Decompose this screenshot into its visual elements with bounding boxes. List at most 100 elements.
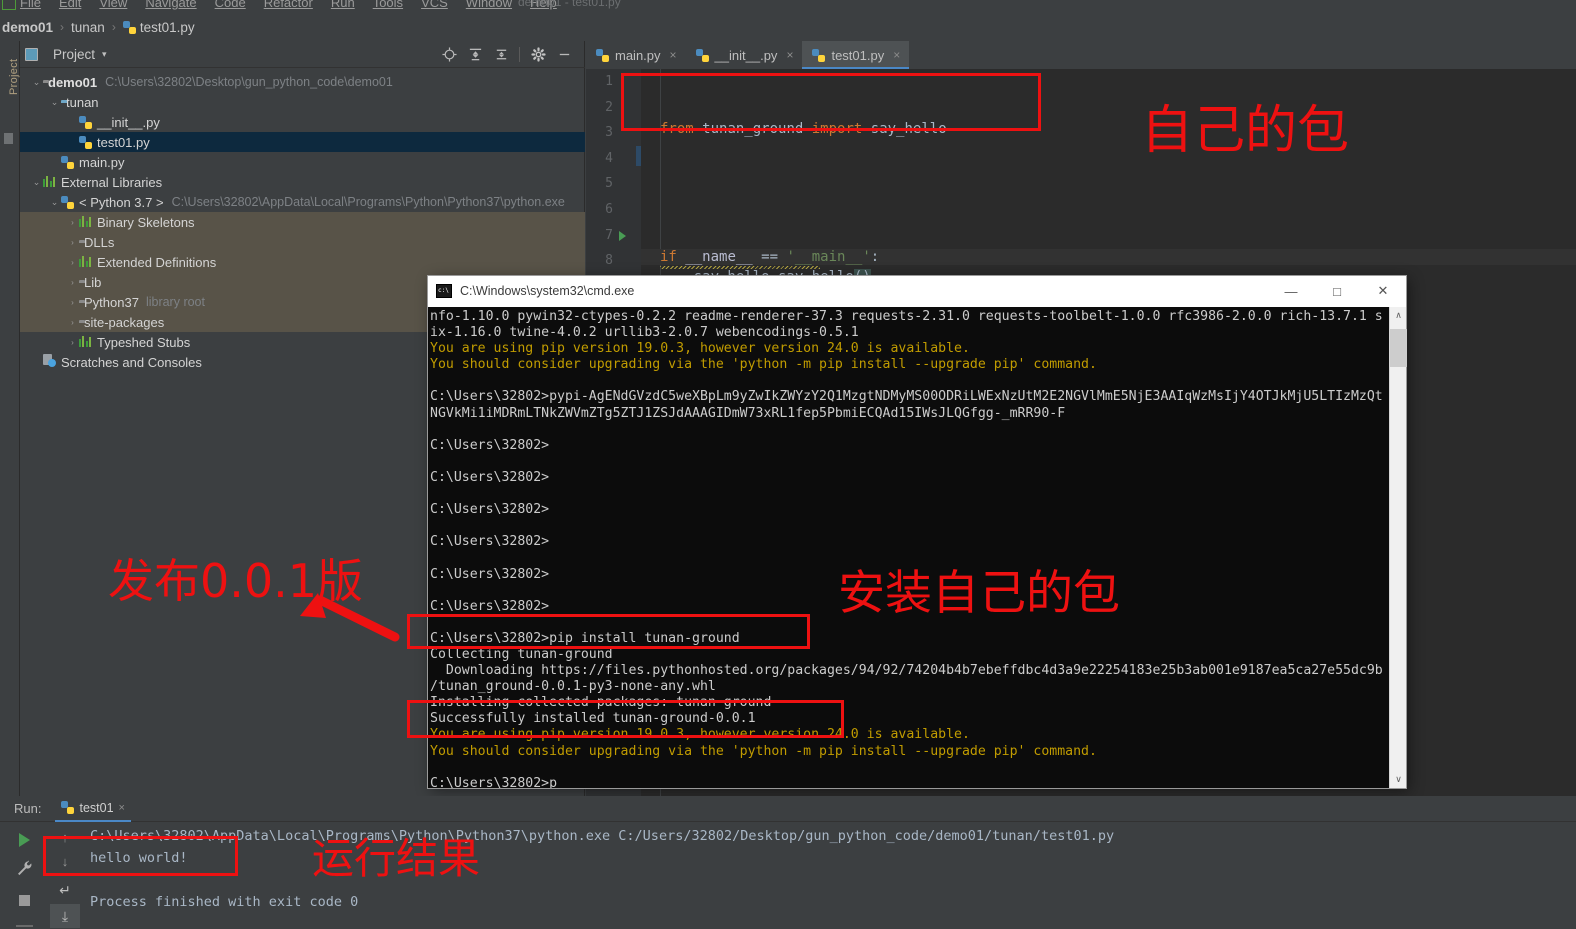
menu-vcs[interactable]: VCS — [421, 0, 448, 10]
locate-in-tree-icon[interactable] — [436, 43, 462, 65]
tree-node-binary-skeletons[interactable]: ›Binary Skeletons — [20, 212, 585, 232]
scroll-down-arrow-icon[interactable]: ∨ — [1390, 771, 1407, 788]
menu-view[interactable]: View — [99, 0, 127, 10]
menu-tools[interactable]: Tools — [373, 0, 403, 10]
cmd-scrollbar[interactable]: ∧ ∨ — [1389, 307, 1406, 788]
soft-wrap-button[interactable]: ↵ — [50, 878, 80, 902]
code-line-7[interactable]: if __name__ == '__main__': — [641, 249, 1576, 265]
wrench-settings-button[interactable] — [14, 858, 34, 878]
chevron-right-icon[interactable]: › — [66, 218, 79, 227]
collapse-all-icon[interactable] — [488, 43, 514, 65]
cmd-line: C:\Users\32802>pypi-AgENdGVzdC5weXBpLm9y… — [430, 389, 1375, 405]
editor-tab-close-icon[interactable]: × — [786, 48, 793, 62]
menu-bar: File Edit View Navigate Code Refactor Ru… — [0, 0, 1576, 13]
breadcrumb-package[interactable]: tunan — [71, 20, 105, 35]
menu-file[interactable]: File — [20, 0, 41, 10]
cmd-line: /tunan_ground-0.0.1-py3-none-any.whl — [430, 679, 1375, 695]
cmd-window[interactable]: C:\Windows\system32\cmd.exe — □ ✕ nfo-1.… — [428, 276, 1406, 788]
tree-node-icon — [79, 135, 92, 150]
editor-tab-close-icon[interactable]: × — [893, 48, 900, 62]
module-name: tunan_ground — [702, 121, 803, 137]
line-number-6: 6 — [586, 202, 613, 217]
scroll-up-arrow-icon[interactable]: ∧ — [1390, 307, 1407, 324]
stop-button[interactable] — [14, 890, 34, 910]
chevron-right-icon[interactable]: › — [66, 338, 79, 347]
chevron-right-icon[interactable]: › — [66, 278, 79, 287]
structure-tool-button[interactable] — [4, 133, 13, 144]
breadcrumb: demo01 › tunan › test01.py — [0, 13, 1576, 41]
tree-node-init-py[interactable]: __init__.py — [20, 112, 585, 132]
hide-panel-icon[interactable] — [551, 43, 577, 65]
scroll-down-button[interactable]: ↓ — [56, 850, 74, 872]
line-number-2: 2 — [586, 100, 613, 115]
tree-node-external-libraries[interactable]: ⌄ External Libraries — [20, 172, 585, 192]
tree-node-tunan[interactable]: ⌄ tunan — [20, 92, 585, 112]
breadcrumb-project[interactable]: demo01 — [2, 20, 53, 35]
chevron-right-icon[interactable]: › — [66, 258, 79, 267]
python-file-icon — [61, 196, 74, 209]
chevron-right-icon[interactable]: › — [66, 298, 79, 307]
run-tab-close-icon[interactable]: × — [119, 802, 125, 814]
menu-window[interactable]: Window — [466, 0, 512, 10]
cmd-console-body[interactable]: nfo-1.10.0 pywin32-ctypes-0.2.2 readme-r… — [428, 307, 1406, 788]
chevron-right-icon[interactable]: › — [66, 238, 79, 247]
tree-node-label: External Libraries — [61, 175, 162, 190]
chevron-down-icon[interactable]: ⌄ — [48, 97, 61, 108]
tree-node-label: tunan — [66, 95, 99, 110]
scroll-up-button[interactable]: ↑ — [56, 826, 74, 848]
project-view-icon — [25, 48, 38, 61]
editor-tab-test01-py[interactable]: test01.py× — [802, 41, 909, 69]
breadcrumb-file[interactable]: test01.py — [140, 20, 195, 35]
editor-tab-init-py[interactable]: __init__.py× — [686, 41, 803, 69]
menu-items[interactable]: File Edit View Navigate Code Refactor Ru… — [20, 0, 557, 10]
cmd-line: C:\Users\32802>p — [430, 776, 1375, 788]
tree-node-label: test01.py — [97, 135, 150, 150]
code-line-2[interactable]: from tunan_ground import say_hello — [660, 121, 947, 137]
scrollbar-thumb[interactable] — [1390, 329, 1407, 367]
project-tool-button[interactable]: Project — [3, 59, 17, 111]
close-button[interactable]: ✕ — [1360, 276, 1406, 307]
run-line-gutter-icon[interactable] — [619, 231, 626, 241]
chevron-right-icon[interactable]: › — [66, 318, 79, 327]
main-string: '__main__' — [786, 249, 870, 265]
chevron-down-icon[interactable]: ▾ — [102, 49, 107, 60]
minimize-button[interactable]: — — [1268, 276, 1314, 307]
menu-code[interactable]: Code — [215, 0, 246, 10]
run-console[interactable]: C:\Users\32802\AppData\Local\Programs\Py… — [84, 822, 1576, 929]
menu-run[interactable]: Run — [331, 0, 355, 10]
menu-refactor[interactable]: Refactor — [264, 0, 313, 10]
tree-node-extended-definitions[interactable]: ›Extended Definitions — [20, 252, 585, 272]
rerun-button[interactable] — [14, 830, 34, 850]
toolbar-divider — [519, 47, 520, 62]
editor-tab-close-icon[interactable]: × — [670, 48, 677, 62]
settings-gear-icon[interactable] — [525, 43, 551, 65]
equality-operator: == — [761, 249, 778, 265]
scratch-strip-icon[interactable] — [3, 350, 15, 362]
maximize-button[interactable]: □ — [1314, 276, 1360, 307]
app-logo-icon — [2, 0, 16, 10]
tree-node-python-3-7[interactable]: ⌄< Python 3.7 >C:\Users\32802\AppData\Lo… — [20, 192, 585, 212]
cmd-line: ix-1.16.0 twine-4.0.2 urllib3-2.0.7 webe… — [430, 325, 1375, 341]
tree-node-main-py[interactable]: main.py — [20, 152, 585, 172]
tree-node-dlls[interactable]: › DLLs — [20, 232, 585, 252]
menu-navigate[interactable]: Navigate — [145, 0, 196, 10]
menu-edit[interactable]: Edit — [59, 0, 81, 10]
chevron-down-icon[interactable]: ⌄ — [30, 177, 43, 188]
scroll-to-end-button[interactable]: ⤓ — [50, 904, 80, 928]
extra-divider — [14, 916, 34, 929]
line-number-8: 8 — [586, 253, 613, 268]
cmd-line — [430, 422, 1375, 438]
cmd-line: Successfully installed tunan-ground-0.0.… — [430, 711, 1375, 727]
chevron-down-icon[interactable]: ⌄ — [48, 197, 61, 208]
editor-tab-bar[interactable]: main.py×__init__.py×test01.py× — [586, 41, 1576, 69]
editor-tab-main-py[interactable]: main.py × — [586, 41, 686, 69]
tree-node-demo01[interactable]: ⌄demo01C:\Users\32802\Desktop\gun_python… — [20, 72, 585, 92]
tree-node-icon — [43, 175, 56, 190]
tree-node-label: DLLs — [84, 235, 114, 250]
run-tab-test01[interactable]: test01 × — [55, 796, 131, 822]
cmd-title-bar[interactable]: C:\Windows\system32\cmd.exe — □ ✕ — [428, 276, 1406, 307]
tree-node-test01-py[interactable]: test01.py — [20, 132, 585, 152]
expand-all-icon[interactable] — [462, 43, 488, 65]
editor-tab-label: main.py — [615, 48, 661, 63]
chevron-down-icon[interactable]: ⌄ — [30, 77, 43, 88]
